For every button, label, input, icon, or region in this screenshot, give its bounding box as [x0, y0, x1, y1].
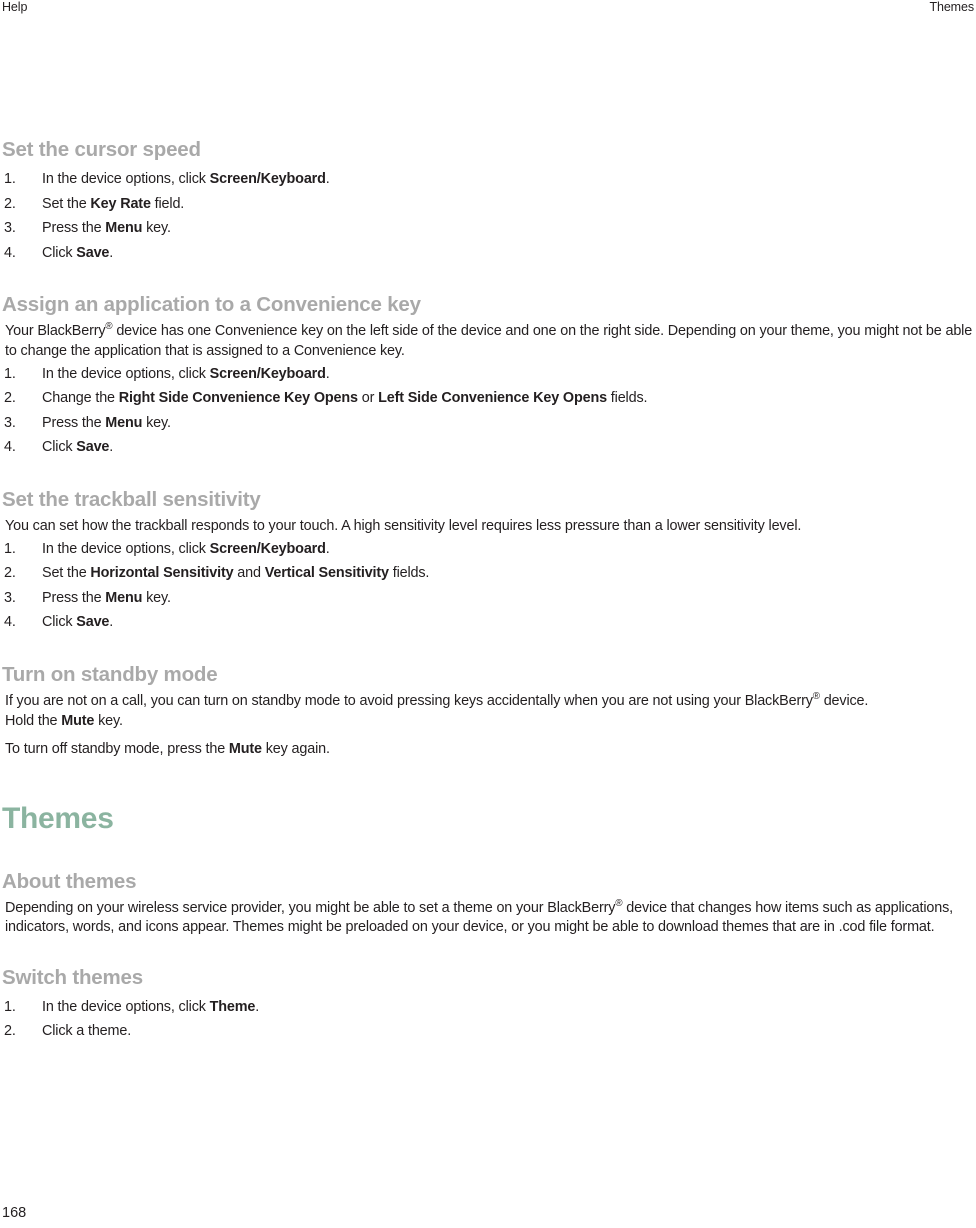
- page-content: Set the cursor speed In the device optio…: [0, 138, 976, 1044]
- section-heading-assign-convenience-key: Assign an application to a Convenience k…: [2, 293, 421, 317]
- section-heading-turn-on-standby-mode: Turn on standby mode: [2, 662, 218, 686]
- step-text-prefix: Click: [42, 439, 77, 456]
- running-header: Help Themes: [0, 0, 976, 20]
- about-themes-paragraph: Depending on your wireless service provi…: [5, 897, 953, 936]
- list-item: Click Save.: [0, 435, 976, 460]
- section-set-cursor-speed: Set the cursor speed In the device optio…: [0, 138, 976, 265]
- step-text-prefix: In the device options, click: [42, 540, 210, 557]
- steps-list-trackball-sensitivity: In the device options, click Screen/Keyb…: [0, 537, 976, 635]
- section-heading-about-themes: About themes: [2, 869, 137, 893]
- step-text-middle: and: [233, 565, 265, 582]
- standby-paragraph-two: Hold the Mute key.: [0, 712, 976, 732]
- step-text-bold: Screen/Keyboard: [209, 365, 326, 382]
- step-text-suffix: fields.: [388, 565, 430, 582]
- step-text-suffix: .: [255, 998, 260, 1015]
- standby-para2-suffix: key.: [94, 712, 123, 729]
- step-text-prefix: Click: [42, 614, 77, 631]
- step-text-prefix: In the device options, click: [42, 365, 210, 382]
- step-text-suffix: key.: [142, 589, 171, 606]
- registered-trademark-mark: ®: [812, 691, 820, 703]
- step-text-prefix: In the device options, click: [42, 171, 210, 187]
- step-text-suffix: key.: [142, 414, 171, 431]
- step-text-prefix: In the device options, click: [42, 998, 210, 1015]
- list-item: Set the Horizontal Sensitivity and Verti…: [0, 561, 976, 586]
- step-text-suffix: key.: [142, 220, 171, 237]
- steps-list-convenience-key: In the device options, click Screen/Keyb…: [0, 362, 976, 460]
- section-intro-paragraph: You can set how the trackball responds t…: [5, 517, 802, 534]
- section-intro-paragraph: Your BlackBerry® device has one Convenie…: [5, 321, 973, 359]
- section-switch-themes: Switch themes In the device options, cli…: [0, 966, 976, 1044]
- standby-paragraph-three: To turn off standby mode, press the Mute…: [0, 740, 976, 760]
- registered-trademark-mark: ®: [105, 321, 113, 333]
- step-text-prefix: Press the: [42, 414, 106, 431]
- step-text-prefix: Click a theme.: [42, 1023, 132, 1040]
- step-text-prefix: Press the: [42, 220, 106, 237]
- list-item: Change the Right Side Convenience Key Op…: [0, 386, 976, 411]
- standby-paragraph-one: If you are not on a call, you can turn o…: [5, 691, 869, 709]
- step-text-middle: or: [357, 390, 379, 407]
- list-item: Click a theme.: [0, 1019, 976, 1044]
- step-text-prefix: Press the: [42, 589, 106, 606]
- list-item: In the device options, click Screen/Keyb…: [0, 167, 976, 192]
- list-item: In the device options, click Screen/Keyb…: [0, 362, 976, 387]
- step-text-suffix: fields.: [606, 390, 648, 407]
- step-text-bold: Save: [76, 439, 110, 456]
- step-text-bold: Menu: [105, 589, 143, 606]
- page-number: 168: [2, 1205, 27, 1221]
- step-text-bold: Horizontal Sensitivity: [90, 565, 234, 582]
- step-text-bold: Right Side Convenience Key Opens: [118, 390, 358, 407]
- section-turn-on-standby-mode: Turn on standby mode If you are not on a…: [0, 663, 976, 760]
- step-text-bold: Theme: [209, 998, 256, 1015]
- step-text-bold: Menu: [105, 220, 143, 237]
- header-document-title: Help: [2, 0, 28, 14]
- header-chapter-title: Themes: [929, 0, 974, 14]
- list-item: In the device options, click Screen/Keyb…: [0, 537, 976, 562]
- document-page: Help Themes Set the cursor speed In the …: [0, 0, 976, 1228]
- step-text-bold-secondary: Left Side Convenience Key Opens: [378, 390, 607, 407]
- list-item: Click Save.: [0, 610, 976, 635]
- chapter-heading-themes: Themes: [2, 801, 114, 835]
- step-text-bold: Save: [76, 614, 110, 631]
- step-text-prefix: Change the: [42, 390, 119, 407]
- step-text-suffix: .: [109, 439, 114, 456]
- steps-list-cursor-speed: In the device options, click Screen/Keyb…: [0, 167, 976, 265]
- list-item: Set the Key Rate field.: [0, 192, 976, 217]
- step-text-bold-secondary: Vertical Sensitivity: [264, 565, 389, 582]
- list-item: Press the Menu key.: [0, 216, 976, 241]
- standby-para3-prefix: To turn off standby mode, press the: [5, 741, 229, 758]
- standby-para3-suffix: key again.: [261, 741, 330, 758]
- step-text-bold: Menu: [105, 414, 143, 431]
- step-text-bold: Save: [76, 244, 110, 261]
- running-footer: 168: [0, 1204, 976, 1222]
- step-text-suffix: .: [109, 614, 114, 631]
- step-text-bold: Key Rate: [90, 195, 151, 212]
- section-assign-convenience-key: Assign an application to a Convenience k…: [0, 293, 976, 460]
- section-heading-set-trackball-sensitivity: Set the trackball sensitivity: [2, 487, 261, 511]
- list-item: Press the Menu key.: [0, 586, 976, 611]
- registered-trademark-mark: ®: [615, 897, 623, 909]
- step-text-prefix: Click: [42, 244, 77, 261]
- section-heading-set-cursor-speed: Set the cursor speed: [2, 138, 201, 161]
- step-text-bold: Screen/Keyboard: [209, 171, 326, 187]
- standby-para3-bold: Mute: [228, 741, 262, 758]
- section-set-trackball-sensitivity: Set the trackball sensitivity You can se…: [0, 488, 976, 635]
- section-about-themes: About themes Depending on your wireless …: [0, 870, 976, 938]
- step-text-suffix: .: [325, 540, 330, 557]
- section-heading-switch-themes: Switch themes: [2, 965, 143, 989]
- step-text-suffix: .: [325, 365, 330, 382]
- step-text-suffix: .: [109, 244, 114, 261]
- step-text-prefix: Set the: [42, 565, 91, 582]
- step-text-prefix: Set the: [42, 195, 91, 212]
- steps-list-switch-themes: In the device options, click Theme. Clic…: [0, 995, 976, 1044]
- list-item: Press the Menu key.: [0, 411, 976, 436]
- list-item: Click Save.: [0, 241, 976, 266]
- standby-para2-bold: Mute: [61, 712, 95, 729]
- standby-para2-prefix: Hold the: [5, 712, 62, 729]
- step-text-suffix: field.: [150, 195, 185, 212]
- list-item: In the device options, click Theme.: [0, 995, 976, 1020]
- step-text-suffix: .: [325, 171, 330, 187]
- step-text-bold: Screen/Keyboard: [209, 540, 326, 557]
